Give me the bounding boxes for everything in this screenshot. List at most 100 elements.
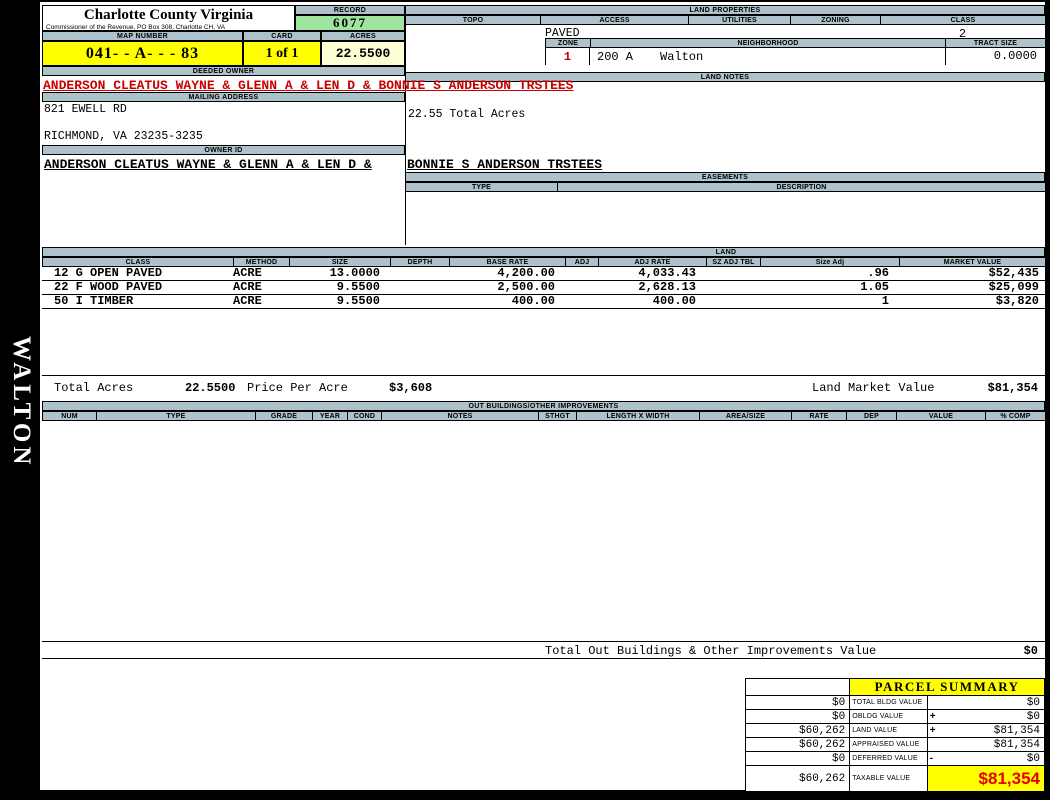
record-value: 6077: [333, 15, 367, 30]
price-per-acre-label: Price Per Acre: [247, 381, 348, 395]
tract-size-value: 0.0000: [945, 48, 1045, 65]
parcel-summary-row: $0 DEFERRED VALUE - $0: [744, 751, 1046, 766]
land-table-row: 50 I TIMBER ACRE 9.5500 400.00 400.00 1 …: [42, 295, 1045, 309]
land-col-method: METHOD: [234, 257, 290, 267]
zone-code: 200 A: [597, 50, 634, 64]
deferred-value-cell: - $0: [926, 751, 1046, 766]
parcel-summary-row: $60,262 LAND VALUE + $81,354: [744, 723, 1046, 738]
land-col-adj: ADJ: [566, 257, 599, 267]
land-table-header-row: CLASS METHOD SIZE DEPTH BASE RATE ADJ AD…: [42, 257, 1046, 267]
taxable-value: $81,354: [926, 765, 1046, 792]
zoning-label: ZONING: [791, 15, 881, 25]
land-value-cell: + $81,354: [926, 723, 1046, 738]
parcel-summary-row: $60,262 APPRAISED VALUE $81,354: [744, 737, 1046, 752]
record-card-content: LAND PROPERTIES TOPO ACCESS UTILITIES ZO…: [40, 2, 1046, 792]
land-row-adj: [565, 295, 598, 308]
land-row-base-rate: 4,200.00: [497, 267, 555, 280]
property-record-card: WALTON LAND PROPERTIES TOPO ACCESS UTILI…: [0, 0, 1050, 800]
land-row-method: ACRE: [233, 281, 262, 294]
appraised-value-cell: $81,354: [926, 737, 1046, 752]
land-value-label: LAND VALUE: [849, 723, 928, 738]
land-section-title: LAND: [715, 248, 737, 256]
easements-header-row: TYPE DESCRIPTION: [405, 182, 1046, 192]
parcel-summary-taxable-row: $60,262 TAXABLE VALUE $81,354: [744, 765, 1046, 792]
land-col-size-adj: Size Adj: [761, 257, 900, 267]
land-note: 22.55 Total Acres: [408, 108, 526, 121]
taxable-prior-value: $60,262: [744, 765, 851, 792]
acres-label-bar: ACRES: [321, 31, 405, 41]
operator: +: [929, 711, 936, 722]
land-row-size: 13.0000: [329, 267, 380, 280]
card-label: CARD: [271, 32, 293, 40]
map-number-label-bar: MAP NUMBER: [42, 31, 243, 41]
owner-id-part1: ANDERSON CLEATUS WAYNE & GLENN A & LEN D…: [44, 157, 372, 172]
appraised-prior-value: $60,262: [744, 737, 851, 752]
tract-size-label: TRACT SIZE: [946, 38, 1046, 48]
land-properties-section-bar: LAND PROPERTIES: [405, 5, 1045, 15]
land-row-sz-adj-tbl: [706, 295, 760, 308]
land-totals-row: Total Acres 22.5500 Price Per Acre $3,60…: [42, 375, 1045, 397]
land-row-base-rate: 2,500.00: [497, 281, 555, 294]
land-row-class: 50 I TIMBER: [54, 295, 134, 308]
land-row-sz-adj-tbl: [706, 281, 760, 294]
zone-header-row: ZONE NEIGHBORHOOD TRACT SIZE: [545, 38, 1046, 48]
land-row-size-adj: .96: [867, 267, 889, 280]
out-buildings-total-label: Total Out Buildings & Other Improvements…: [545, 644, 877, 658]
land-col-market-value: MARKET VALUE: [900, 257, 1046, 267]
out-buildings-title: OUT BUILDINGS/OTHER IMPROVEMENTS: [468, 402, 619, 410]
land-row-adj: [565, 267, 598, 280]
card-value: 1 of 1: [265, 45, 299, 61]
land-row-adj: [565, 281, 598, 294]
panel-divider: [405, 5, 406, 245]
county-header-box: Charlotte County Virginia Commissioner o…: [42, 5, 295, 31]
appraised-value: $81,354: [993, 739, 1040, 751]
obldg-prior-value: $0: [744, 709, 851, 724]
neighborhood-value: Walton: [660, 50, 704, 64]
owner-id-label: OWNER ID: [204, 146, 243, 154]
parcel-summary-title-row: PARCEL SUMMARY: [744, 678, 1045, 696]
acres-value-box: 22.5500: [321, 41, 405, 66]
parcel-summary-title: PARCEL SUMMARY: [849, 678, 1045, 696]
land-row-market-value: $25,099: [988, 281, 1039, 294]
land-row-market-value: $3,820: [995, 295, 1039, 308]
ob-col-sthgt: STHGT: [539, 411, 577, 421]
record-value-box: 6077: [295, 15, 405, 31]
county-subtitle: Commissioner of the Revenue, PO Box 308,…: [46, 24, 226, 31]
parcel-summary-blank-cell: [744, 678, 851, 696]
mailing-address-line1: 821 EWELL RD: [44, 103, 127, 116]
obldg-value-cell: + $0: [926, 709, 1046, 724]
out-buildings-total-row: Total Out Buildings & Other Improvements…: [42, 641, 1045, 659]
land-table-row: 12 G OPEN PAVED ACRE 13.0000 4,200.00 4,…: [42, 267, 1045, 281]
total-bldg-value-label: TOTAL BLDG VALUE: [849, 695, 928, 710]
land-col-size: SIZE: [290, 257, 391, 267]
access-label: ACCESS: [541, 15, 689, 25]
land-row-method: ACRE: [233, 267, 262, 280]
price-per-acre-value: $3,608: [389, 381, 433, 395]
ob-col-pct-comp: % COMP: [986, 411, 1046, 421]
parcel-summary-row: $0 TOTAL BLDG VALUE $0: [744, 695, 1046, 710]
land-row-sz-adj-tbl: [706, 267, 760, 280]
operator: -: [929, 753, 934, 764]
mailing-address-line2: RICHMOND, VA 23235-3235: [44, 130, 203, 143]
obldg-value-label: OBLDG VALUE: [849, 709, 928, 724]
owner-id-section-bar: OWNER ID: [42, 145, 405, 155]
land-row-class: 22 F WOOD PAVED: [54, 281, 163, 294]
mailing-address-section-bar: MAILING ADDRESS: [42, 92, 405, 102]
taxable-value-label: TAXABLE VALUE: [849, 765, 928, 792]
parcel-summary-table: PARCEL SUMMARY $0 TOTAL BLDG VALUE $0 $0…: [744, 678, 1046, 792]
deferred-value-label: DEFERRED VALUE: [849, 751, 928, 766]
ob-col-rate: RATE: [792, 411, 847, 421]
land-col-sz-adj-tbl: SZ ADJ TBL: [707, 257, 761, 267]
land-row-base-rate: 400.00: [511, 295, 555, 308]
land-row-depth: [390, 267, 449, 280]
total-bldg-value: $0: [1026, 697, 1040, 709]
district-vertical-label: WALTON: [8, 336, 35, 469]
land-row-adj-rate: 4,033.43: [638, 267, 696, 280]
land-value: $81,354: [993, 725, 1040, 737]
ob-col-cond: COND: [348, 411, 382, 421]
out-buildings-header-row: NUM TYPE GRADE YEAR COND NOTES STHGT LEN…: [42, 411, 1046, 421]
owner-id-part2: BONNIE S ANDERSON TRSTEES: [407, 157, 603, 172]
land-col-depth: DEPTH: [391, 257, 450, 267]
land-row-class: 12 G OPEN PAVED: [54, 267, 163, 280]
land-col-class: CLASS: [43, 257, 234, 267]
